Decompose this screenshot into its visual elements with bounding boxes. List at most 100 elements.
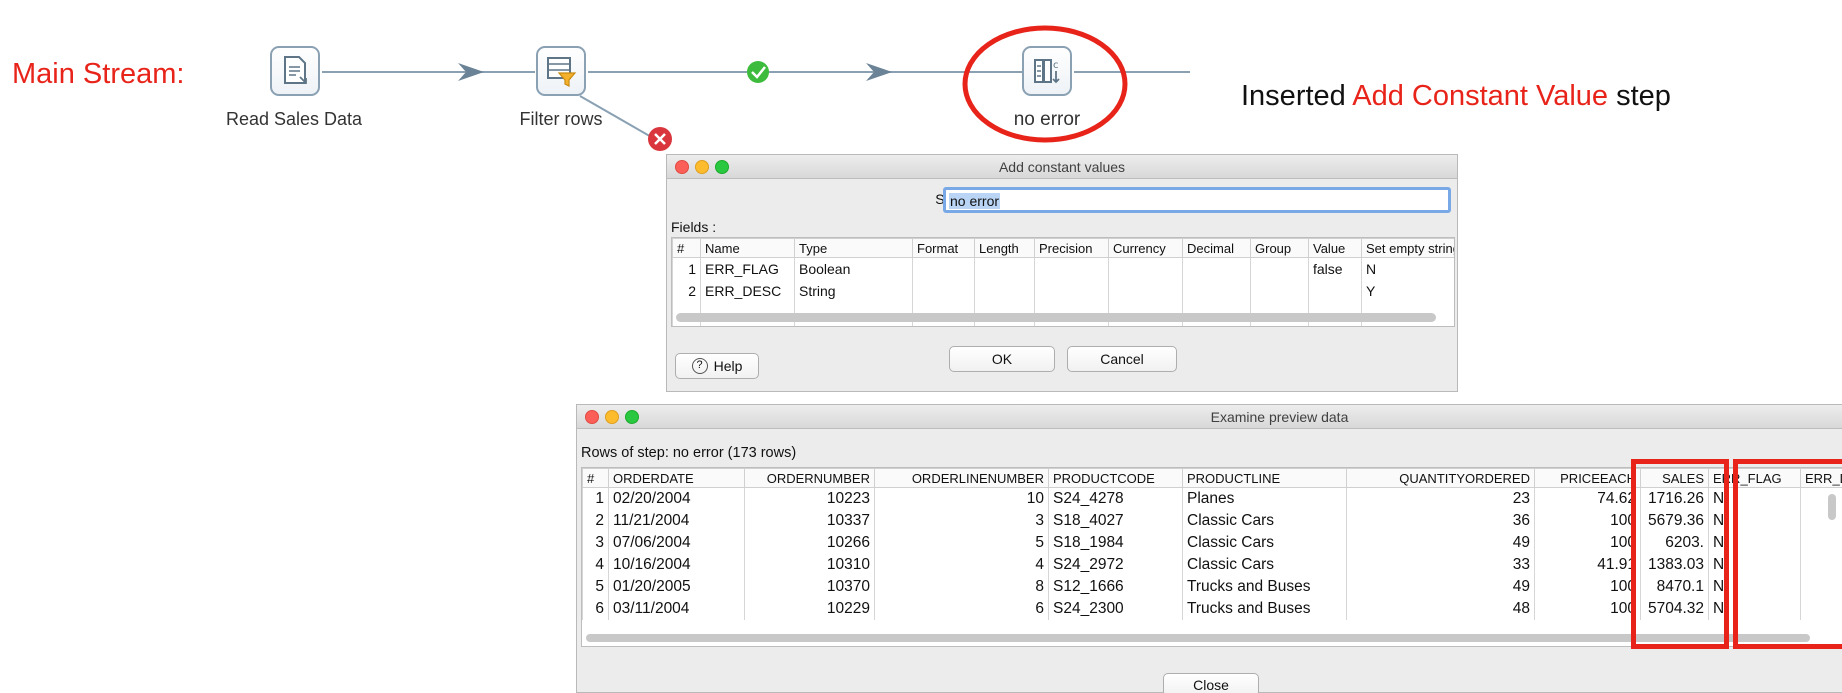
field-cell[interactable] <box>1250 279 1309 302</box>
fields-header-row: # Name Type Format Length Precision Curr… <box>672 238 1454 258</box>
field-cell[interactable]: N <box>1361 257 1454 280</box>
col-decimal[interactable]: Decimal <box>1182 238 1251 258</box>
field-cell[interactable] <box>1308 279 1362 302</box>
preview-titlebar: Examine preview data <box>577 405 1842 429</box>
cell: 10266 <box>744 531 875 554</box>
help-button[interactable]: ? Help <box>675 353 759 379</box>
cell: 49 <box>1346 531 1535 554</box>
ok-check-icon <box>747 61 769 83</box>
field-cell[interactable] <box>1182 279 1251 302</box>
fields-horizontal-scrollbar[interactable] <box>676 313 1436 322</box>
col-name[interactable]: Name <box>700 238 795 258</box>
cell: S24_4278 <box>1048 487 1183 510</box>
cell: 36 <box>1346 509 1535 532</box>
field-row[interactable]: 1 ERR_FLAG Boolean false N <box>672 257 1454 280</box>
step-name-value: no error <box>949 193 1001 209</box>
field-cell[interactable] <box>1034 279 1109 302</box>
field-cell[interactable] <box>1108 279 1183 302</box>
cell: S18_1984 <box>1048 531 1183 554</box>
cell: 6 <box>874 597 1049 620</box>
field-cell[interactable] <box>912 279 975 302</box>
add-constants-titlebar: Add constant values <box>667 155 1457 179</box>
field-cell[interactable]: Boolean <box>794 257 913 280</box>
col-value[interactable]: Value <box>1308 238 1362 258</box>
cancel-button[interactable]: Cancel <box>1067 346 1177 372</box>
cell: Classic Cars <box>1182 553 1347 576</box>
cell: S24_2972 <box>1048 553 1183 576</box>
field-row[interactable]: 2 ERR_DESC String Y <box>672 279 1454 302</box>
cell: 07/06/2004 <box>608 531 745 554</box>
col-index[interactable]: # <box>672 238 701 258</box>
rows-caption: Rows of step: no error (173 rows) <box>581 445 797 461</box>
ok-button[interactable]: OK <box>949 346 1055 372</box>
col-ordernumber[interactable]: ORDERNUMBER <box>744 468 875 488</box>
field-cell[interactable] <box>974 257 1035 280</box>
read-sales-data-step[interactable] <box>270 46 320 96</box>
col-priceeach[interactable]: PRICEEACH <box>1534 468 1641 488</box>
zoom-window-button[interactable] <box>625 410 639 424</box>
field-cell[interactable] <box>974 279 1035 302</box>
cell: 5 <box>874 531 1049 554</box>
text-file-input-icon <box>284 56 307 84</box>
col-quantityordered[interactable]: QUANTITYORDERED <box>1346 468 1535 488</box>
preview-horizontal-scrollbar[interactable] <box>586 634 1810 642</box>
col-orderdate[interactable]: ORDERDATE <box>608 468 745 488</box>
cell: Classic Cars <box>1182 531 1347 554</box>
cell: 8 <box>874 575 1049 598</box>
field-cell[interactable] <box>1182 257 1251 280</box>
col-productcode[interactable]: PRODUCTCODE <box>1048 468 1183 488</box>
cell: 100 <box>1534 509 1641 532</box>
col-orderlinenumber[interactable]: ORDERLINENUMBER <box>874 468 1049 488</box>
filter-rows-step[interactable] <box>536 46 586 96</box>
add-constant-step[interactable]: c <box>1022 46 1072 96</box>
step-label-read-sales-data: Read Sales Data <box>225 109 363 129</box>
cell: 10229 <box>744 597 875 620</box>
step-name-input[interactable]: no error <box>943 187 1451 213</box>
col-precision[interactable]: Precision <box>1034 238 1109 258</box>
annotation-suffix: step <box>1608 80 1671 112</box>
cell: 74.62 <box>1534 487 1641 510</box>
col-currency[interactable]: Currency <box>1108 238 1183 258</box>
cell: Trucks and Buses <box>1182 575 1347 598</box>
col-type[interactable]: Type <box>794 238 913 258</box>
field-cell[interactable]: Y <box>1361 279 1454 302</box>
field-cell[interactable]: ERR_DESC <box>700 279 795 302</box>
err-desc-highlight-box <box>1733 459 1842 649</box>
col-format[interactable]: Format <box>912 238 975 258</box>
annotation-highlight: Add Constant Value <box>1352 80 1609 112</box>
fields-table-container: # Name Type Format Length Precision Curr… <box>671 237 1455 327</box>
cell: Planes <box>1182 487 1347 510</box>
field-cell[interactable] <box>912 257 975 280</box>
cell: S18_4027 <box>1048 509 1183 532</box>
cell: 5 <box>582 575 609 598</box>
cell: 11/21/2004 <box>608 509 745 532</box>
cell: 4 <box>874 553 1049 576</box>
field-cell[interactable]: String <box>794 279 913 302</box>
close-button[interactable]: Close <box>1163 673 1259 693</box>
col-length[interactable]: Length <box>974 238 1035 258</box>
col-group[interactable]: Group <box>1250 238 1309 258</box>
step-label-no-error: no error <box>1013 109 1081 130</box>
minimize-window-button[interactable] <box>605 410 619 424</box>
cell: 10 <box>874 487 1049 510</box>
field-cell[interactable] <box>1108 257 1183 280</box>
col-index[interactable]: # <box>582 468 609 488</box>
cell: 10337 <box>744 509 875 532</box>
field-cell[interactable]: ERR_FLAG <box>700 257 795 280</box>
field-cell[interactable] <box>1250 257 1309 280</box>
cell: 48 <box>1346 597 1535 620</box>
field-cell: 2 <box>672 279 701 302</box>
annotation-text: Inserted Add Constant Value step <box>1241 80 1671 113</box>
cell: 4 <box>582 553 609 576</box>
cell: 10/16/2004 <box>608 553 745 576</box>
cell: 100 <box>1534 531 1641 554</box>
add-constants-icon: c <box>1034 59 1060 84</box>
cell: 23 <box>1346 487 1535 510</box>
field-cell[interactable] <box>1034 257 1109 280</box>
col-productline[interactable]: PRODUCTLINE <box>1182 468 1347 488</box>
field-cell[interactable]: false <box>1308 257 1362 280</box>
col-set-empty-string[interactable]: Set empty string <box>1361 238 1454 258</box>
close-window-button[interactable] <box>585 410 599 424</box>
cell: 10370 <box>744 575 875 598</box>
svg-text:c: c <box>1053 60 1059 71</box>
